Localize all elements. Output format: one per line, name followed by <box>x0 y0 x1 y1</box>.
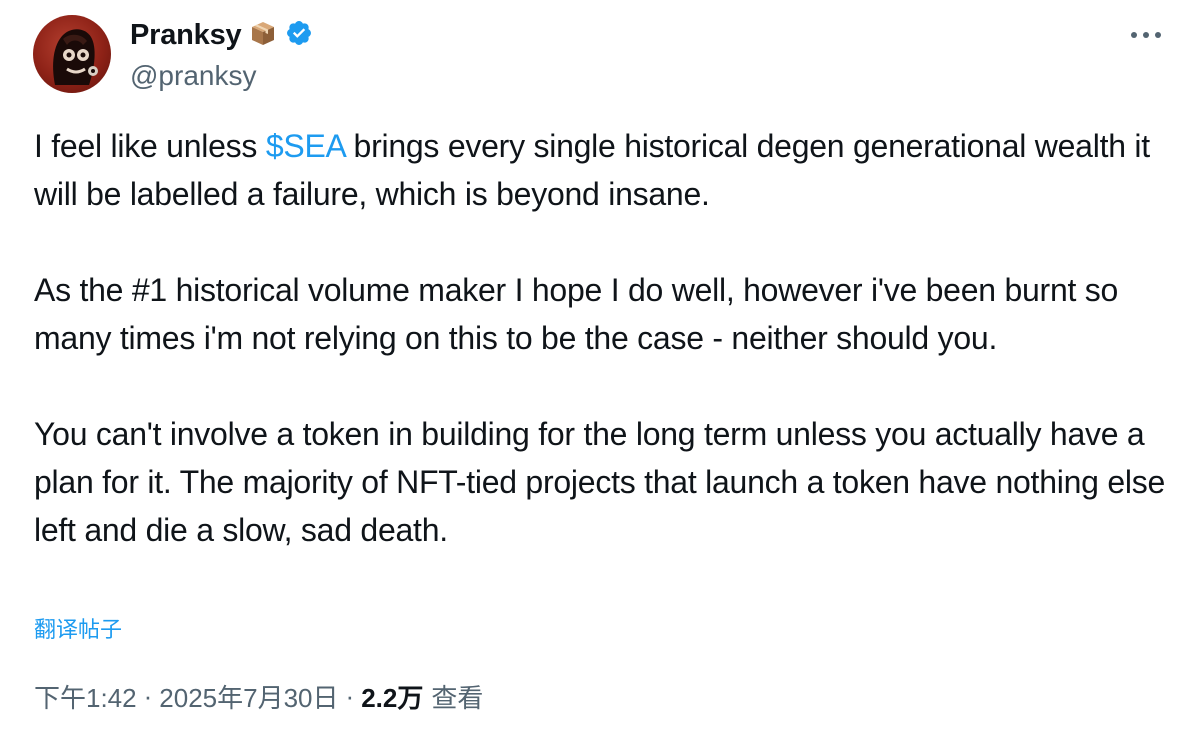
tweet-time[interactable]: 下午1:42 <box>34 678 137 715</box>
verified-check-icon[interactable] <box>285 19 313 52</box>
translate-post-link[interactable]: 翻译帖子 <box>34 612 122 644</box>
avatar[interactable] <box>33 15 111 93</box>
tweet-date[interactable]: 2025年7月30日 <box>159 678 338 715</box>
meta-separator: · <box>345 681 355 711</box>
author-name-row: Pranksy <box>130 16 313 54</box>
more-dots-icon <box>1131 32 1161 38</box>
tweet-paragraph-2: As the #1 historical volume maker I hope… <box>34 272 1119 356</box>
more-options-button[interactable] <box>1126 20 1166 50</box>
views-label: 查看 <box>431 683 484 713</box>
tweet-paragraph-3: You can't involve a token in building fo… <box>34 416 1166 548</box>
package-box-icon <box>249 19 277 52</box>
tweet-paragraph-1-start: I feel like unless <box>34 128 266 164</box>
tweet-meta: 下午1:42 · 2025年7月30日 · 2.2万 查看 <box>34 678 483 715</box>
meta-separator: · <box>143 681 153 711</box>
views-count: 2.2万 <box>361 683 424 713</box>
author-handle[interactable]: @pranksy <box>130 60 256 92</box>
tweet-card: Pranksy @pranksy I feel like unless $SEA… <box>0 0 1186 744</box>
cashtag-link[interactable]: $SEA <box>266 128 345 164</box>
avatar-image <box>53 29 98 85</box>
tweet-text: I feel like unless $SEA brings every sin… <box>34 122 1169 554</box>
author-display-name[interactable]: Pranksy <box>130 19 242 52</box>
tweet-paragraph-1: I feel like unless $SEA brings every sin… <box>34 122 1169 218</box>
